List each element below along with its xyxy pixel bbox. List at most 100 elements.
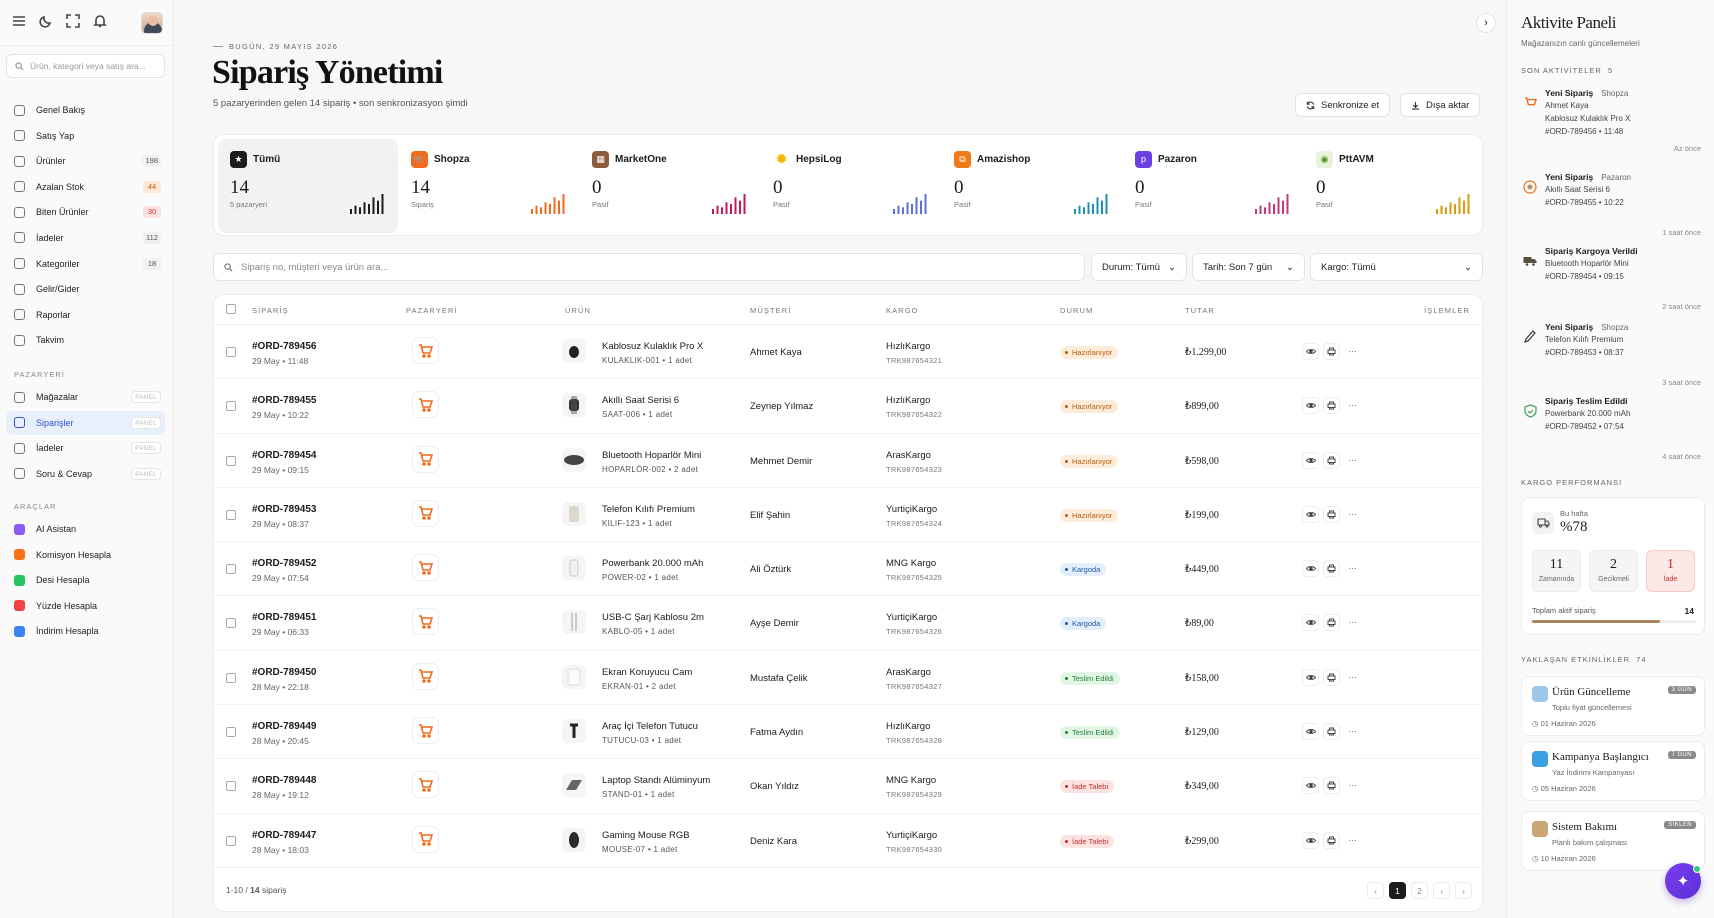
table-row[interactable]: #ORD-789455 29 May • 10:22 Akıllı Saat Ser…: [214, 379, 1482, 434]
moon-icon[interactable]: [39, 14, 53, 28]
view-button[interactable]: [1302, 505, 1319, 523]
tracking-number[interactable]: TRK987654321: [886, 356, 942, 365]
column-header-musteri[interactable]: MÜŞTERİ: [750, 306, 791, 315]
table-row[interactable]: #ORD-789450 28 May • 22:18 Ekran Koruyucu …: [214, 651, 1482, 706]
last-page-button[interactable]: ›: [1455, 882, 1472, 899]
event-card[interactable]: Sistem Bakımı Planlı bakım çalışması ◷ 10 …: [1521, 811, 1705, 871]
more-button[interactable]: ···: [1344, 669, 1361, 686]
order-number[interactable]: #ORD-789447: [252, 830, 316, 841]
export-button[interactable]: Dışa aktar: [1400, 93, 1481, 117]
first-page-button[interactable]: ‹: [1367, 882, 1384, 899]
row-checkbox[interactable]: [226, 618, 236, 629]
page-button-1[interactable]: 1: [1389, 882, 1406, 899]
tracking-number[interactable]: TRK987654329: [886, 790, 942, 799]
order-number[interactable]: #ORD-789451: [252, 612, 316, 623]
order-number[interactable]: #ORD-789452: [252, 558, 316, 569]
print-button[interactable]: [1323, 560, 1340, 578]
nav-item-siparisler[interactable]: Siparişler PANEL: [6, 410, 165, 435]
order-number[interactable]: #ORD-789453: [252, 504, 316, 515]
nav-item-satis-yap[interactable]: Satış Yap: [6, 124, 165, 148]
marketplace-card-amazishop[interactable]: ⧉ Amazishop 0 Pasif: [942, 139, 1122, 233]
order-number[interactable]: #ORD-789450: [252, 667, 316, 678]
view-button[interactable]: [1302, 451, 1319, 469]
nav-item-indirim-hesapla[interactable]: İndirim Hesapla: [6, 619, 165, 643]
row-checkbox[interactable]: [226, 564, 236, 575]
order-search-input[interactable]: Sipariş no, müşteri veya ürün ara...: [213, 253, 1085, 281]
view-button[interactable]: [1302, 343, 1319, 360]
column-header-tutar[interactable]: TUTAR: [1185, 306, 1215, 315]
nav-item-gelir-gider[interactable]: Gelir/Gider: [6, 277, 165, 301]
marketplace-card-hepsilog[interactable]: ✹ HepsiLog 0 Pasif: [761, 139, 941, 233]
print-button[interactable]: [1323, 777, 1340, 795]
view-button[interactable]: [1302, 723, 1319, 741]
column-header-kargo[interactable]: KARGO: [886, 306, 919, 315]
sidebar-search-input[interactable]: Ürün, kategori veya satış ara...: [6, 54, 165, 78]
column-header-siparis[interactable]: SİPARİŞ: [252, 306, 289, 315]
fullscreen-icon[interactable]: [66, 14, 80, 28]
order-number[interactable]: #ORD-789454: [252, 450, 316, 461]
print-button[interactable]: [1323, 723, 1340, 741]
tracking-number[interactable]: TRK987654326: [886, 627, 942, 636]
more-button[interactable]: ···: [1344, 506, 1361, 523]
row-checkbox[interactable]: [226, 835, 236, 846]
marketplace-card-tumu[interactable]: ★ Tümü 14 5 pazaryeri: [218, 139, 398, 233]
event-card[interactable]: Ürün Güncelleme Toplu fiyat güncellemesi ◷…: [1521, 676, 1705, 736]
nav-item-soru-cevap[interactable]: Soru & Cevap PANEL: [6, 462, 165, 486]
column-header-durum[interactable]: DURUM: [1060, 306, 1093, 315]
nav-item-kategoriler[interactable]: Kategoriler 18: [6, 252, 165, 276]
tracking-number[interactable]: TRK987654323: [886, 465, 942, 474]
print-button[interactable]: [1323, 505, 1340, 523]
table-row[interactable]: #ORD-789454 29 May • 09:15 Bluetooth Hopar…: [214, 434, 1482, 488]
order-number[interactable]: #ORD-789448: [252, 775, 316, 786]
more-button[interactable]: ···: [1344, 452, 1361, 469]
more-button[interactable]: ···: [1344, 397, 1361, 414]
nav-item-iadeler[interactable]: İadeler 112: [6, 226, 165, 250]
row-checkbox[interactable]: [226, 781, 236, 792]
table-row[interactable]: #ORD-789448 28 May • 19:12 Laptop Standı A…: [214, 759, 1482, 814]
order-number[interactable]: #ORD-789456: [252, 341, 316, 352]
print-button[interactable]: [1323, 668, 1340, 686]
print-button[interactable]: [1323, 451, 1340, 469]
page-button-2[interactable]: 2: [1411, 882, 1428, 899]
print-button[interactable]: [1323, 614, 1340, 632]
collapse-panel-button[interactable]: ›: [1476, 13, 1496, 33]
table-row[interactable]: #ORD-789456 29 May • 11:48 Kablosuz Kulakl…: [214, 325, 1482, 380]
table-row[interactable]: #ORD-789453 29 May • 08:37 Telefon Kılıfı …: [214, 488, 1482, 543]
row-checkbox[interactable]: [226, 401, 236, 412]
tracking-number[interactable]: TRK987654328: [886, 736, 942, 745]
marketplace-card-pazaron[interactable]: p Pazaron 0 Pasif: [1123, 139, 1303, 233]
more-button[interactable]: ···: [1344, 560, 1361, 577]
more-button[interactable]: ···: [1344, 343, 1361, 360]
nav-item-urunler[interactable]: Ürünler 198: [6, 149, 165, 173]
nav-item-desi-hesapla[interactable]: Desi Hesapla: [6, 568, 165, 592]
tracking-number[interactable]: TRK987654327: [886, 682, 942, 691]
status-filter-select[interactable]: Durum: Tümü ⌄: [1091, 253, 1187, 281]
column-header-urun[interactable]: ÜRÜN: [565, 306, 591, 315]
cargo-filter-select[interactable]: Kargo: Tümü ⌄: [1310, 253, 1483, 281]
avatar[interactable]: [141, 12, 163, 34]
row-checkbox[interactable]: [226, 509, 236, 520]
date-filter-select[interactable]: Tarih: Son 7 gün ⌄: [1192, 253, 1305, 281]
tracking-number[interactable]: TRK987654324: [886, 519, 942, 528]
tracking-number[interactable]: TRK987654330: [886, 845, 942, 854]
view-button[interactable]: [1302, 831, 1319, 849]
more-button[interactable]: ···: [1344, 723, 1361, 740]
nav-item-pazaryeri-iadeler[interactable]: İadeler PANEL: [6, 436, 165, 460]
menu-icon[interactable]: [12, 14, 26, 28]
nav-item-biten-urunler[interactable]: Biten Ürünler 30: [6, 200, 165, 224]
ai-assistant-fab[interactable]: ✦: [1665, 863, 1701, 899]
nav-item-genel-bakis[interactable]: Genel Bakış: [6, 98, 165, 122]
nav-item-takvim[interactable]: Takvim: [6, 328, 165, 352]
view-button[interactable]: [1302, 668, 1319, 686]
column-header-pazaryeri[interactable]: PAZARYERİ: [406, 306, 458, 315]
next-page-button[interactable]: ›: [1433, 882, 1450, 899]
view-button[interactable]: [1302, 777, 1319, 795]
nav-item-yuzde-hesapla[interactable]: Yüzde Hesapla: [6, 594, 165, 618]
row-checkbox[interactable]: [226, 347, 236, 357]
row-checkbox[interactable]: [226, 727, 236, 738]
print-button[interactable]: [1323, 831, 1340, 849]
nav-item-raporlar[interactable]: Raporlar: [6, 303, 165, 327]
order-number[interactable]: #ORD-789455: [252, 395, 316, 406]
bell-icon[interactable]: [93, 14, 107, 28]
nav-item-komisyon-hesapla[interactable]: Komisyon Hesapla: [6, 543, 165, 567]
